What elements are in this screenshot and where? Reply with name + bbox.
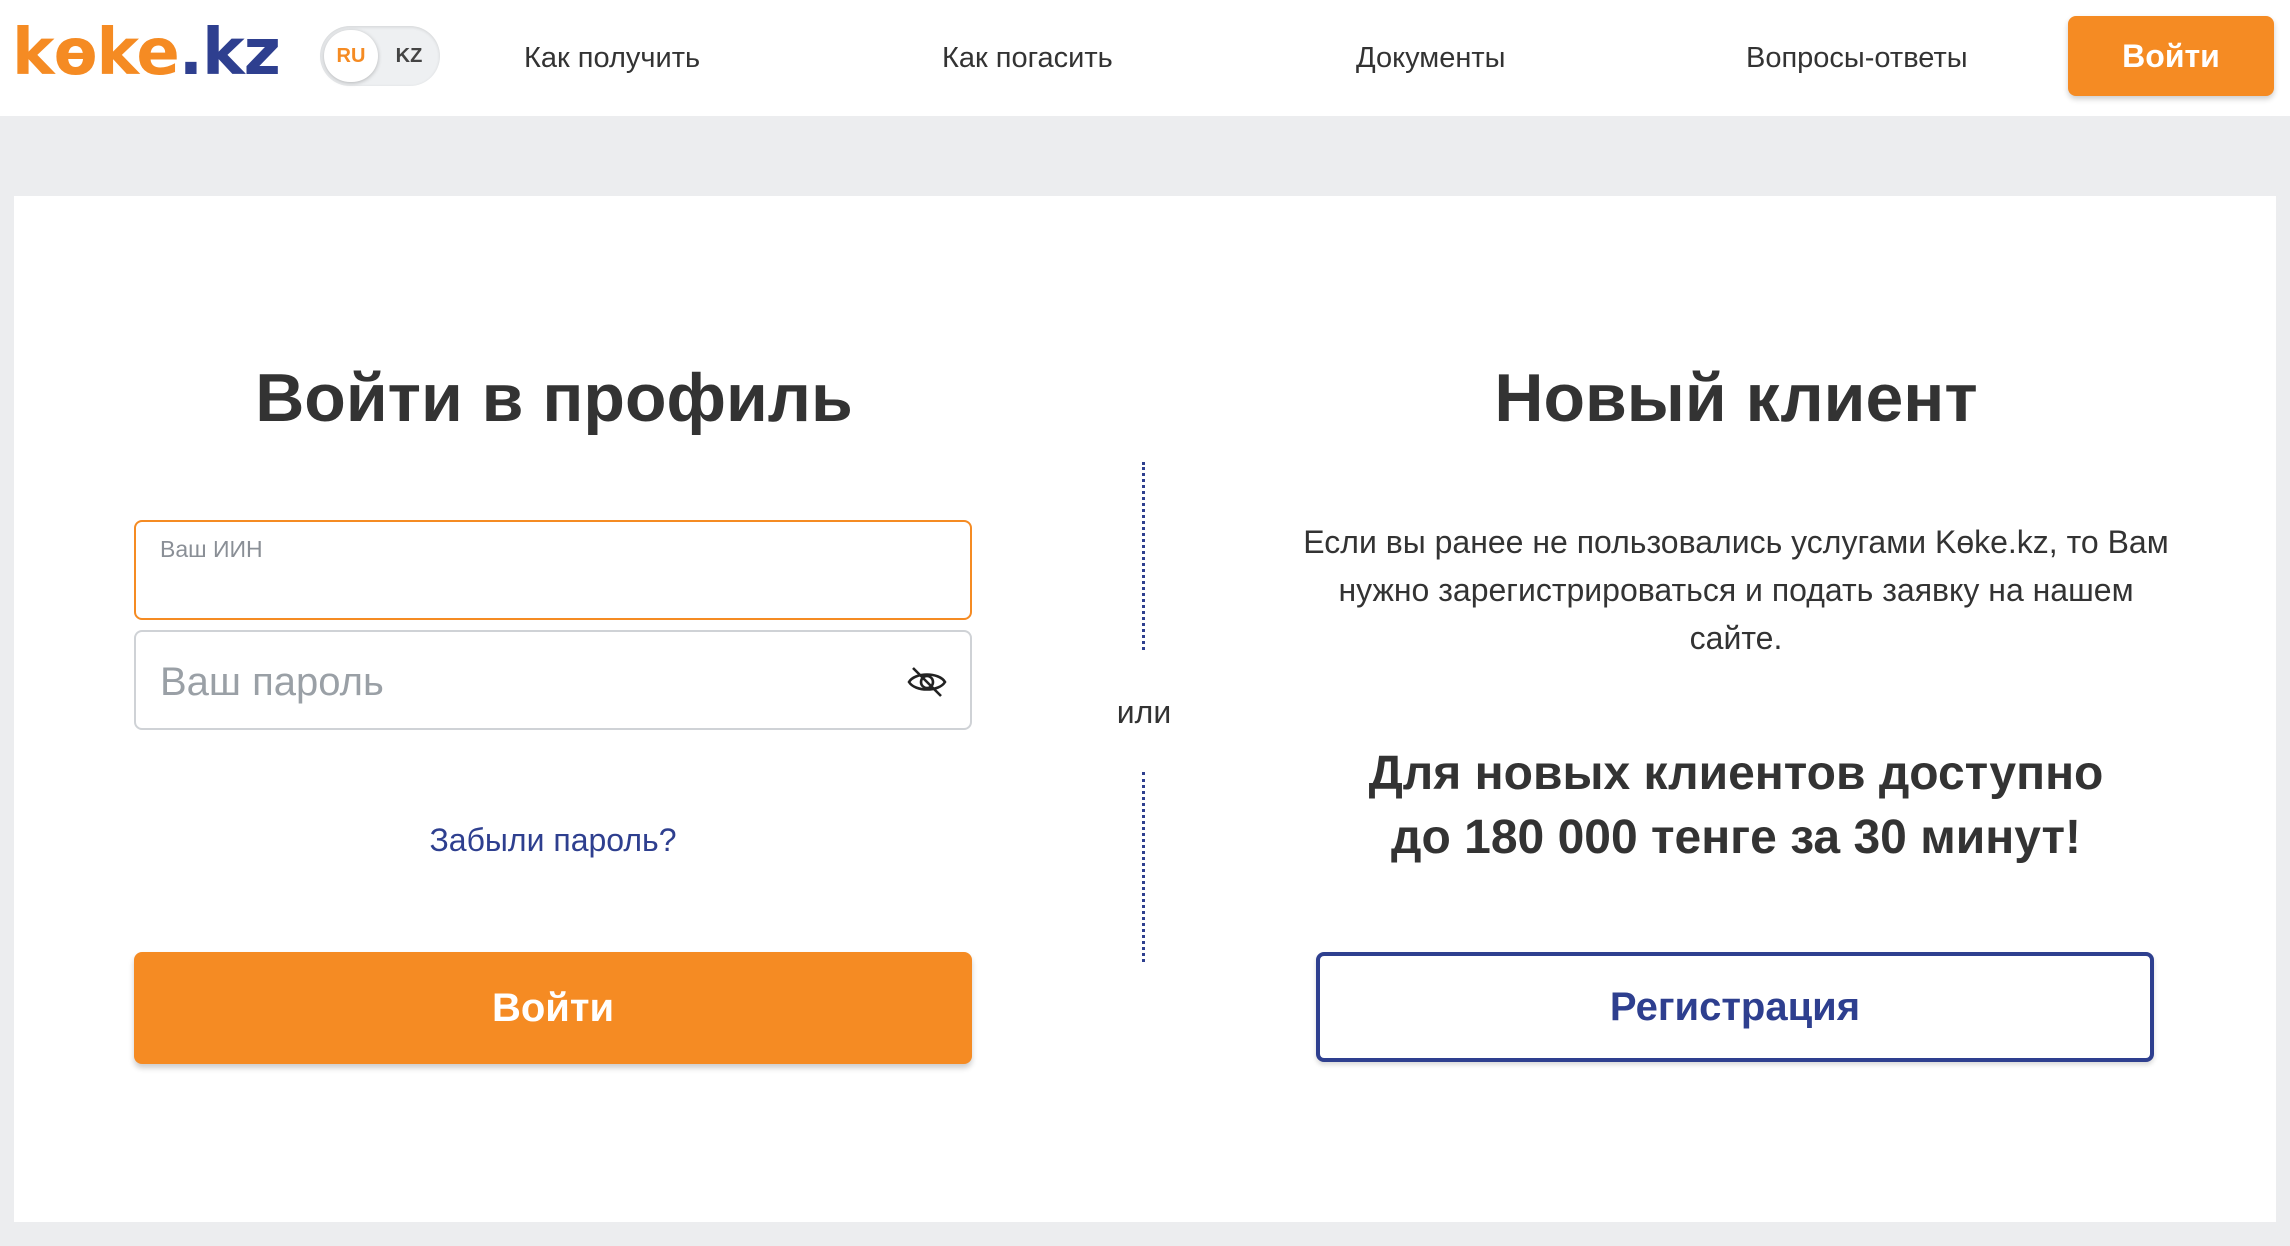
header-login-button[interactable]: Войти bbox=[2068, 16, 2274, 96]
forgot-password-link[interactable]: Забыли пароль? bbox=[134, 818, 972, 862]
or-separator: или bbox=[1116, 694, 1172, 730]
new-client-description: Если вы ранее не пользовались услугами K… bbox=[1303, 524, 2169, 656]
nav-how-to-get[interactable]: Как получить bbox=[524, 38, 700, 78]
lang-ru-option[interactable]: RU bbox=[324, 30, 378, 82]
password-placeholder: Ваш пароль bbox=[160, 660, 384, 704]
login-title: Войти в профиль bbox=[255, 360, 853, 436]
new-client-title: Новый клиент bbox=[1494, 360, 1978, 436]
divider-top bbox=[1142, 462, 1145, 650]
login-submit-button[interactable]: Войти bbox=[134, 952, 972, 1064]
lang-kz-option[interactable]: KZ bbox=[382, 30, 436, 82]
promo-line-1: Для новых клиентов доступно bbox=[1368, 747, 2104, 800]
promo-line-2: до 180 000 тенге за 30 минут! bbox=[1391, 811, 2081, 864]
eye-off-icon[interactable] bbox=[906, 662, 948, 702]
register-button[interactable]: Регистрация bbox=[1316, 952, 2154, 1062]
promo-text: Для новых клиентов доступно до 180 000 т… bbox=[1300, 742, 2172, 870]
nav-how-to-repay[interactable]: Как погасить bbox=[942, 38, 1113, 78]
nav-faq[interactable]: Вопросы-ответы bbox=[1746, 38, 1968, 78]
logo[interactable]: kөke.kz bbox=[12, 18, 281, 88]
language-switch[interactable]: RU KZ bbox=[320, 26, 440, 86]
divider-bottom bbox=[1142, 772, 1145, 962]
nav-documents[interactable]: Документы bbox=[1356, 38, 1506, 78]
password-field[interactable]: Ваш пароль bbox=[134, 630, 972, 730]
site-header: kөke.kz RU KZ Как получить Как погасить … bbox=[0, 0, 2290, 116]
iin-label: Ваш ИИН bbox=[160, 536, 263, 562]
iin-field[interactable]: Ваш ИИН bbox=[134, 520, 972, 620]
